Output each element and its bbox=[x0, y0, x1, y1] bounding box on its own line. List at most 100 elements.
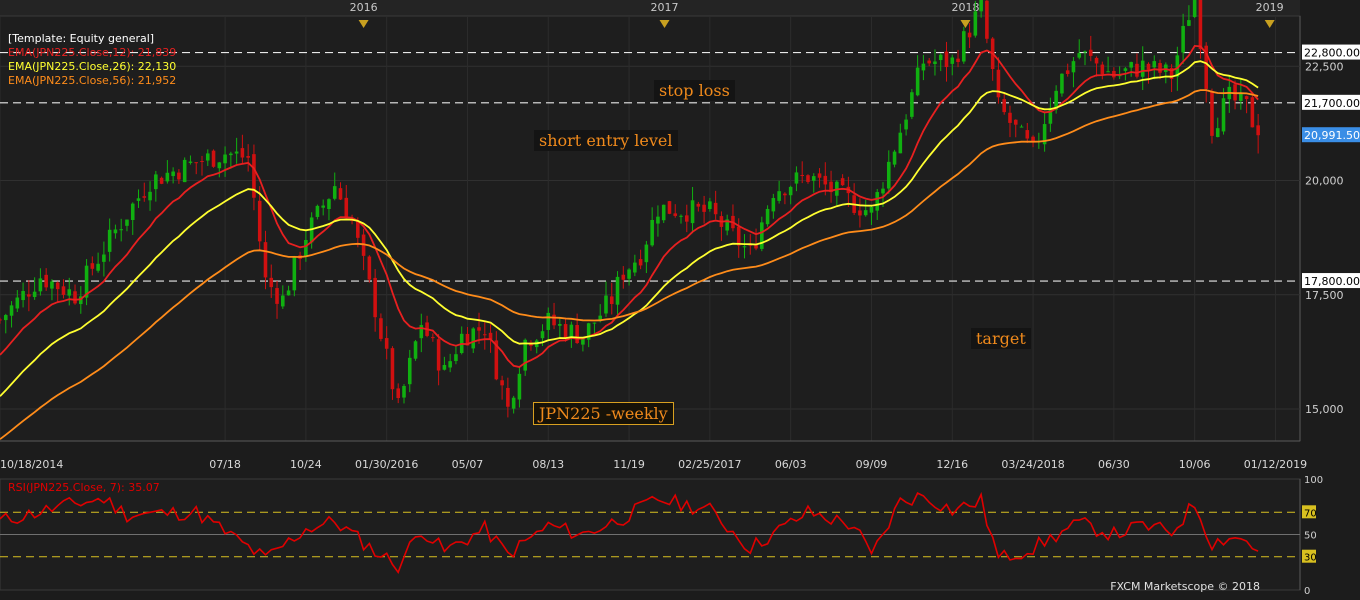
candle-body bbox=[811, 176, 816, 181]
time-x-tick-label: 01/30/2016 bbox=[355, 458, 418, 471]
candle-body bbox=[275, 288, 279, 304]
time-x-tick-label: 10/24 bbox=[290, 458, 322, 471]
candle-body bbox=[407, 357, 412, 385]
annotation-instrument: JPN225 -weekly bbox=[533, 402, 674, 425]
candle-body bbox=[1025, 130, 1030, 139]
price-y-tick-label: 15,000 bbox=[1305, 403, 1344, 416]
candle-body bbox=[1215, 128, 1220, 138]
candle-body bbox=[240, 148, 245, 158]
last-price-label: 20,991.50 bbox=[1304, 129, 1360, 142]
candle-body bbox=[661, 204, 666, 221]
candle-body bbox=[742, 246, 747, 248]
candle-body bbox=[592, 322, 597, 324]
rsi-y-tick-label: 50 bbox=[1304, 531, 1317, 542]
candle-body bbox=[1002, 99, 1006, 113]
candle-body bbox=[540, 331, 545, 339]
candle-body bbox=[858, 210, 862, 216]
candle-body bbox=[1192, 0, 1197, 17]
candle-body bbox=[130, 203, 135, 221]
candle-body bbox=[875, 192, 880, 211]
annotation-short-entry: short entry level bbox=[534, 130, 678, 151]
candle-body bbox=[517, 373, 522, 400]
candle-body bbox=[708, 201, 712, 210]
candle-body bbox=[436, 339, 441, 371]
legend-ema12: EMA(JPN225.Close,12): 21,839 bbox=[8, 46, 177, 59]
candle-body bbox=[1008, 112, 1012, 123]
candle-body bbox=[171, 171, 175, 177]
candle-body bbox=[471, 328, 476, 349]
candle-body bbox=[159, 177, 164, 184]
annotation-stop-loss: stop loss bbox=[654, 80, 735, 101]
time-x-tick-label: 05/07 bbox=[452, 458, 484, 471]
candle-body bbox=[448, 361, 452, 368]
time-x-tick-label: 10/18/2014 bbox=[0, 458, 63, 471]
candle-body bbox=[73, 291, 77, 304]
candle-body bbox=[1088, 49, 1093, 56]
candle-body bbox=[205, 153, 210, 161]
candle-body bbox=[281, 295, 285, 307]
candle-body bbox=[563, 324, 568, 339]
chart-legend: [Template: Equity general] EMA(JPN225.Cl… bbox=[8, 32, 176, 88]
candle-body bbox=[338, 188, 343, 200]
candle-body bbox=[938, 54, 943, 61]
candle-body bbox=[800, 175, 804, 177]
level-label: 21,700.00 bbox=[1304, 97, 1360, 110]
candle-body bbox=[182, 159, 187, 183]
candle-body bbox=[927, 60, 931, 64]
candle-body bbox=[379, 318, 383, 339]
candle-body bbox=[777, 191, 781, 201]
time-x-tick-label: 11/19 bbox=[613, 458, 645, 471]
candle-body bbox=[985, 0, 989, 39]
candle-body bbox=[644, 244, 649, 263]
price-panel bbox=[0, 15, 1301, 442]
candle-body bbox=[1019, 126, 1024, 128]
candle-body bbox=[696, 203, 701, 207]
candle-body bbox=[356, 220, 360, 238]
candle-body bbox=[1083, 51, 1087, 53]
time-x-tick-label: 07/18 bbox=[209, 458, 241, 471]
candle-body bbox=[679, 215, 683, 217]
candle-body bbox=[402, 385, 406, 398]
candle-body bbox=[1077, 53, 1082, 58]
candle-body bbox=[869, 206, 874, 213]
candle-body bbox=[125, 219, 129, 226]
price-y-tick-label: 17,500 bbox=[1305, 289, 1344, 302]
candle-body bbox=[263, 242, 268, 278]
candle-body bbox=[269, 277, 274, 288]
candle-body bbox=[575, 325, 579, 344]
candle-body bbox=[760, 222, 764, 249]
candle-body bbox=[1140, 60, 1145, 77]
candle-body bbox=[788, 186, 793, 196]
candle-body bbox=[246, 156, 250, 158]
candle-body bbox=[638, 259, 643, 266]
candle-body bbox=[633, 262, 637, 273]
candle-body bbox=[188, 161, 193, 163]
candle-body bbox=[1071, 61, 1076, 73]
time-x-tick-label: 10/06 bbox=[1179, 458, 1211, 471]
candle-body bbox=[1244, 96, 1249, 100]
candle-body bbox=[673, 213, 678, 216]
time-x-tick-label: 01/12/2019 bbox=[1244, 458, 1307, 471]
candle-body bbox=[113, 229, 118, 234]
candle-body bbox=[15, 297, 20, 309]
candle-body bbox=[650, 219, 654, 246]
candle-body bbox=[1221, 98, 1226, 132]
candle-body bbox=[142, 196, 147, 198]
time-x-tick-label: 06/03 bbox=[775, 458, 807, 471]
candle-body bbox=[55, 282, 60, 290]
candle-body bbox=[3, 315, 8, 321]
candle-body bbox=[881, 188, 885, 194]
candle-body bbox=[1256, 125, 1260, 136]
candle-body bbox=[979, 0, 983, 12]
annotation-target: target bbox=[971, 328, 1031, 349]
candle-body bbox=[50, 281, 54, 289]
candle-body bbox=[38, 278, 43, 292]
candle-body bbox=[9, 305, 14, 316]
time-x-tick-label: 09/09 bbox=[856, 458, 888, 471]
candle-body bbox=[1158, 63, 1162, 73]
candle-body bbox=[823, 175, 828, 185]
candle-body bbox=[119, 229, 123, 231]
candle-body bbox=[442, 364, 447, 370]
year-marker-label: 2017 bbox=[651, 1, 679, 14]
candle-body bbox=[488, 332, 493, 340]
